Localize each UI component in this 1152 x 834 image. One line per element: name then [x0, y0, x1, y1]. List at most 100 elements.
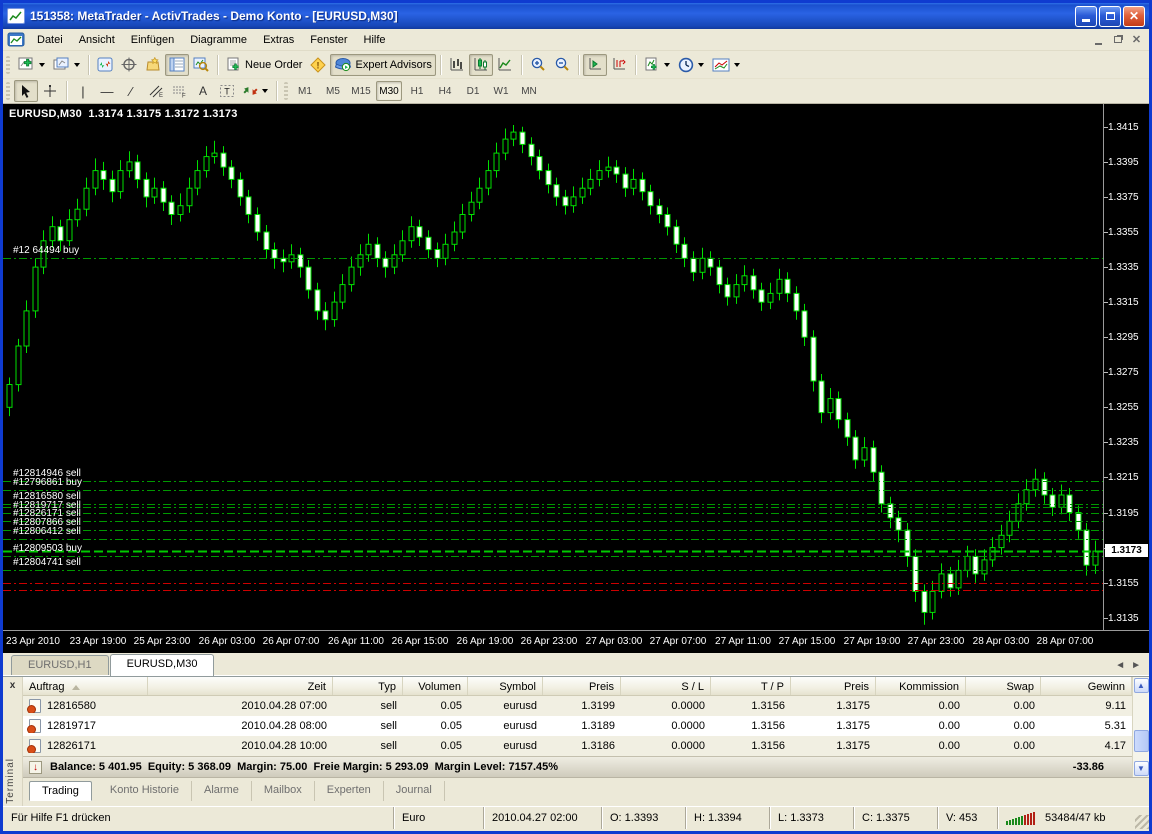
new-order-button[interactable]: Neue Order	[222, 54, 306, 76]
new-chart-button[interactable]	[14, 54, 49, 76]
terminal-tab-experten[interactable]: Experten	[315, 781, 384, 801]
minimize-button[interactable]	[1075, 6, 1097, 27]
column-header-kommission[interactable]: Kommission	[876, 677, 966, 695]
metaeditor-button[interactable]: !	[306, 54, 330, 76]
timeframe-button-m15[interactable]: M15	[348, 81, 374, 101]
tab-scroll-left-icon[interactable]: ◄	[1115, 660, 1125, 671]
auto-scroll-button[interactable]	[583, 54, 607, 76]
menu-item-diagramme[interactable]: Diagramme	[182, 32, 255, 48]
column-header-tp[interactable]: T / P	[711, 677, 791, 695]
timeframe-button-m30[interactable]: M30	[376, 81, 402, 101]
price-axis[interactable]: 1.34151.33951.33751.33551.33351.33151.32…	[1103, 104, 1149, 630]
price-tick-label: 1.3155	[1108, 578, 1139, 589]
tab-scroll-right-icon[interactable]: ►	[1131, 660, 1141, 671]
market-watch-button[interactable]	[93, 54, 117, 76]
profiles-button[interactable]	[49, 54, 84, 76]
column-header-symbol[interactable]: Symbol	[468, 677, 543, 695]
fibonacci-tool-button[interactable]: F	[167, 80, 191, 102]
timeframe-button-mn[interactable]: MN	[516, 81, 542, 101]
restore-button[interactable]	[1099, 6, 1121, 27]
text-label-tool-button[interactable]: T	[215, 80, 239, 102]
status-close: C: 1.3375	[853, 807, 937, 829]
text-tool-button[interactable]: A	[191, 80, 215, 102]
terminal-tab-journal[interactable]: Journal	[384, 781, 445, 801]
child-restore-button[interactable]	[1109, 32, 1126, 47]
table-row[interactable]: 128261712010.04.28 10:00sell0.05eurusd1.…	[23, 736, 1132, 756]
zoom-in-button[interactable]	[526, 54, 550, 76]
timeframe-button-m5[interactable]: M5	[320, 81, 346, 101]
toolbar-grip[interactable]	[6, 82, 10, 100]
horizontal-line-tool-button[interactable]: —	[95, 80, 119, 102]
menu-item-ansicht[interactable]: Ansicht	[71, 32, 123, 48]
terminal-panel: x Terminal AuftragZeitTypVolumenSymbolPr…	[3, 676, 1149, 806]
terminal-side-strip: x Terminal	[3, 677, 23, 806]
chevron-down-icon	[664, 63, 670, 67]
scroll-down-icon[interactable]: ▼	[1134, 761, 1149, 776]
menu-item-hilfe[interactable]: Hilfe	[356, 32, 394, 48]
toolbar-grip[interactable]	[6, 56, 10, 74]
crosshair-tool-button[interactable]	[38, 80, 62, 102]
column-header-zeit[interactable]: Zeit	[148, 677, 333, 695]
strategy-tester-button[interactable]	[189, 54, 213, 76]
trendline-tool-button[interactable]: ∕	[119, 80, 143, 102]
terminal-tab-trading[interactable]: Trading	[29, 781, 92, 801]
chart-shift-button[interactable]	[607, 54, 631, 76]
cell-swap: 0.00	[966, 700, 1041, 712]
column-header-typ[interactable]: Typ	[333, 677, 403, 695]
menu-item-fenster[interactable]: Fenster	[302, 32, 355, 48]
terminal-tab-mailbox[interactable]: Mailbox	[252, 781, 315, 801]
channel-tool-button[interactable]: E	[143, 80, 167, 102]
timeframe-button-d1[interactable]: D1	[460, 81, 486, 101]
column-header-swap[interactable]: Swap	[966, 677, 1041, 695]
line-chart-button[interactable]	[493, 54, 517, 76]
chart-tab-eurusd-h1[interactable]: EURUSD,H1	[11, 655, 109, 675]
balance-summary: Balance: 5 401.95 Equity: 5 368.09 Margi…	[50, 761, 558, 773]
column-header-auftrag[interactable]: Auftrag	[23, 677, 148, 695]
time-axis[interactable]: 23 Apr 201023 Apr 19:0025 Apr 23:0026 Ap…	[3, 630, 1149, 653]
menu-item-einfügen[interactable]: Einfügen	[123, 32, 182, 48]
timeframe-button-h1[interactable]: H1	[404, 81, 430, 101]
column-header-sl[interactable]: S / L	[621, 677, 711, 695]
resize-grip[interactable]	[1135, 815, 1149, 829]
zoom-out-button[interactable]	[550, 54, 574, 76]
column-header-volumen[interactable]: Volumen	[403, 677, 468, 695]
timeframe-button-m1[interactable]: M1	[292, 81, 318, 101]
table-row[interactable]: 128197172010.04.28 08:00sell0.05eurusd1.…	[23, 716, 1132, 736]
terminal-tab-konto-historie[interactable]: Konto Historie	[98, 781, 192, 801]
table-row[interactable]: 128165802010.04.28 07:00sell0.05eurusd1.…	[23, 696, 1132, 716]
terminal-button[interactable]	[165, 54, 189, 76]
column-header-preis[interactable]: Preis	[543, 677, 621, 695]
menu-item-extras[interactable]: Extras	[255, 32, 302, 48]
terminal-tab-alarme[interactable]: Alarme	[192, 781, 252, 801]
child-close-button[interactable]: ✕	[1128, 32, 1145, 47]
arrow-objects-button[interactable]	[239, 80, 272, 102]
cell-sl: 0.0000	[621, 720, 711, 732]
column-header-gewinn[interactable]: Gewinn	[1041, 677, 1132, 695]
scroll-up-icon[interactable]: ▲	[1134, 678, 1149, 693]
cell-swap: 0.00	[966, 740, 1041, 752]
scrollbar-thumb[interactable]	[1134, 730, 1149, 752]
terminal-scrollbar[interactable]: ▲ ▼	[1132, 677, 1149, 777]
candlestick-chart-button[interactable]	[469, 54, 493, 76]
data-window-button[interactable]	[117, 54, 141, 76]
bar-chart-button[interactable]	[445, 54, 469, 76]
terminal-close-button[interactable]: x	[6, 680, 19, 693]
timeframe-button-w1[interactable]: W1	[488, 81, 514, 101]
templates-button[interactable]	[708, 54, 744, 76]
child-minimize-button[interactable]	[1090, 32, 1107, 47]
expert-advisors-button[interactable]: Expert Advisors	[330, 54, 435, 76]
chart-area[interactable]: EURUSD,M30 1.3174 1.3175 1.3172 1.3173 #…	[3, 104, 1149, 653]
indicators-button[interactable]	[640, 54, 674, 76]
timeframe-button-h4[interactable]: H4	[432, 81, 458, 101]
chart-quote: 1.3174 1.3175 1.3172 1.3173	[88, 108, 237, 120]
menu-item-datei[interactable]: Datei	[29, 32, 71, 48]
toolbar-grip[interactable]	[284, 82, 288, 100]
chart-tab-eurusd-m30[interactable]: EURUSD,M30	[110, 654, 215, 676]
cursor-tool-button[interactable]	[14, 80, 38, 102]
cell-volumen: 0.05	[403, 700, 468, 712]
vertical-line-tool-button[interactable]: |	[71, 80, 95, 102]
close-button[interactable]: ✕	[1123, 6, 1145, 27]
periods-button[interactable]	[674, 54, 708, 76]
navigator-button[interactable]	[141, 54, 165, 76]
column-header-preis[interactable]: Preis	[791, 677, 876, 695]
